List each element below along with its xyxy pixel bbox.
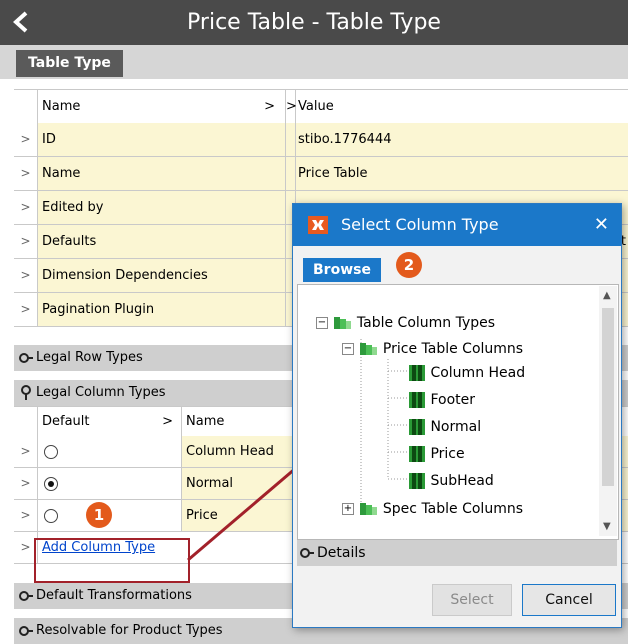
tree-leaf-normal[interactable]: Normal xyxy=(408,415,481,439)
row-label: Name xyxy=(38,157,286,190)
dialog-title-bar: Select Column Type ✕ xyxy=(293,204,621,246)
collapse-icon[interactable]: − xyxy=(316,317,328,329)
column-header-value[interactable]: Value xyxy=(296,90,628,123)
default-radio[interactable] xyxy=(44,509,58,523)
column-icon xyxy=(409,446,425,462)
row-name[interactable]: > Name Price Table xyxy=(14,157,628,191)
highlight-box xyxy=(34,538,190,583)
folder-icon xyxy=(334,317,352,329)
collapsed-pin-icon[interactable] xyxy=(18,583,34,609)
tree-label: Footer xyxy=(430,392,475,408)
section-label: Default Transformations xyxy=(36,588,192,603)
row-value[interactable]: stibo.1776444 xyxy=(296,123,628,156)
expand-icon[interactable]: > xyxy=(14,191,38,224)
default-cell xyxy=(38,468,182,499)
collapsed-pin-icon[interactable] xyxy=(299,540,315,566)
tree-view: − Table Column Types − Price Table Colum… xyxy=(297,284,619,540)
expanded-pin-icon[interactable] xyxy=(18,380,34,406)
tree-label: Table Column Types xyxy=(356,315,496,331)
row-id[interactable]: > ID stibo.1776444 xyxy=(14,123,628,157)
section-label: Legal Row Types xyxy=(36,350,143,365)
row-label: ID xyxy=(38,123,286,156)
details-section[interactable]: Details xyxy=(297,540,617,566)
expand-icon[interactable]: + xyxy=(342,503,354,515)
tree-leaf-subhead[interactable]: SubHead xyxy=(408,469,494,493)
select-column-type-dialog: Select Column Type ✕ Browse 2 − Table Co… xyxy=(292,203,622,628)
expand-icon[interactable]: > xyxy=(14,436,38,467)
select-button[interactable]: Select xyxy=(432,584,512,616)
column-header-default[interactable]: Default > xyxy=(38,407,182,436)
column-header-name[interactable]: Name > xyxy=(38,90,286,123)
tree-leaf-footer[interactable]: Footer xyxy=(408,388,475,412)
expand-icon[interactable]: > xyxy=(14,259,38,292)
tree-label: Spec Table Columns xyxy=(382,501,524,517)
tree-label: Price Table Columns xyxy=(382,341,524,357)
tree-node-spec-table-columns[interactable]: + Spec Table Columns xyxy=(342,497,523,521)
tree-label: Price xyxy=(430,446,465,462)
expand-icon[interactable]: > xyxy=(14,293,38,326)
row-label: Dimension Dependencies xyxy=(38,259,286,292)
column-icon xyxy=(409,392,425,408)
column-header-arrow[interactable]: > xyxy=(286,90,297,123)
tree-leaf-price[interactable]: Price xyxy=(408,442,465,466)
scroll-down-icon[interactable]: ▼ xyxy=(603,521,611,532)
scroll-up-icon[interactable]: ▲ xyxy=(603,290,611,301)
expand-icon[interactable]: > xyxy=(14,500,38,531)
row-label: Pagination Plugin xyxy=(38,293,286,326)
column-icon xyxy=(409,473,425,489)
tab-table-type[interactable]: Table Type xyxy=(16,50,123,77)
section-label: Resolvable for Product Types xyxy=(36,623,223,638)
vertical-scrollbar[interactable]: ▲ ▼ xyxy=(599,286,617,536)
tab-browse[interactable]: Browse xyxy=(303,258,381,282)
tree-label: SubHead xyxy=(430,473,494,489)
expand-icon[interactable]: > xyxy=(14,468,38,499)
app-logo-icon xyxy=(308,216,328,234)
default-radio-selected[interactable] xyxy=(44,477,58,491)
callout-badge-1: 1 xyxy=(86,502,112,528)
scroll-thumb[interactable] xyxy=(602,308,614,486)
cancel-button[interactable]: Cancel xyxy=(522,584,616,616)
collapsed-pin-icon[interactable] xyxy=(18,345,34,371)
row-separator xyxy=(286,123,296,156)
page-title: Price Table - Table Type xyxy=(187,10,441,35)
close-icon[interactable]: ✕ xyxy=(594,204,609,246)
title-bar: Price Table - Table Type xyxy=(0,0,628,45)
header-spacer xyxy=(14,90,38,123)
folder-icon xyxy=(360,503,378,515)
row-label: Edited by xyxy=(38,191,286,224)
column-icon xyxy=(409,419,425,435)
details-label: Details xyxy=(317,545,366,561)
row-separator xyxy=(286,157,296,190)
tree-node-root[interactable]: − Table Column Types xyxy=(316,311,495,335)
header-spacer xyxy=(14,407,38,436)
row-value[interactable]: Price Table xyxy=(296,157,628,190)
folder-icon xyxy=(360,343,378,355)
expand-icon[interactable]: > xyxy=(14,225,38,258)
column-icon xyxy=(409,365,425,381)
tree-label: Column Head xyxy=(430,365,526,381)
section-label: Legal Column Types xyxy=(36,385,166,400)
default-radio[interactable] xyxy=(44,445,58,459)
tree-node-price-table-columns[interactable]: − Price Table Columns xyxy=(342,337,523,361)
dialog-title: Select Column Type xyxy=(341,215,499,234)
callout-badge-2: 2 xyxy=(396,252,422,278)
grid-header-row: Name > > Value xyxy=(14,89,628,123)
dialog-tabstrip: Browse 2 xyxy=(293,246,621,282)
default-cell xyxy=(38,436,182,467)
tab-strip: Table Type xyxy=(0,45,628,79)
row-label: Defaults xyxy=(38,225,286,258)
tree-label: Normal xyxy=(430,419,482,435)
expand-icon[interactable]: > xyxy=(14,123,38,156)
tree-leaf-column-head[interactable]: Column Head xyxy=(408,361,525,385)
expand-icon[interactable]: > xyxy=(14,157,38,190)
collapse-icon[interactable]: − xyxy=(342,343,354,355)
collapsed-pin-icon[interactable] xyxy=(18,618,34,644)
